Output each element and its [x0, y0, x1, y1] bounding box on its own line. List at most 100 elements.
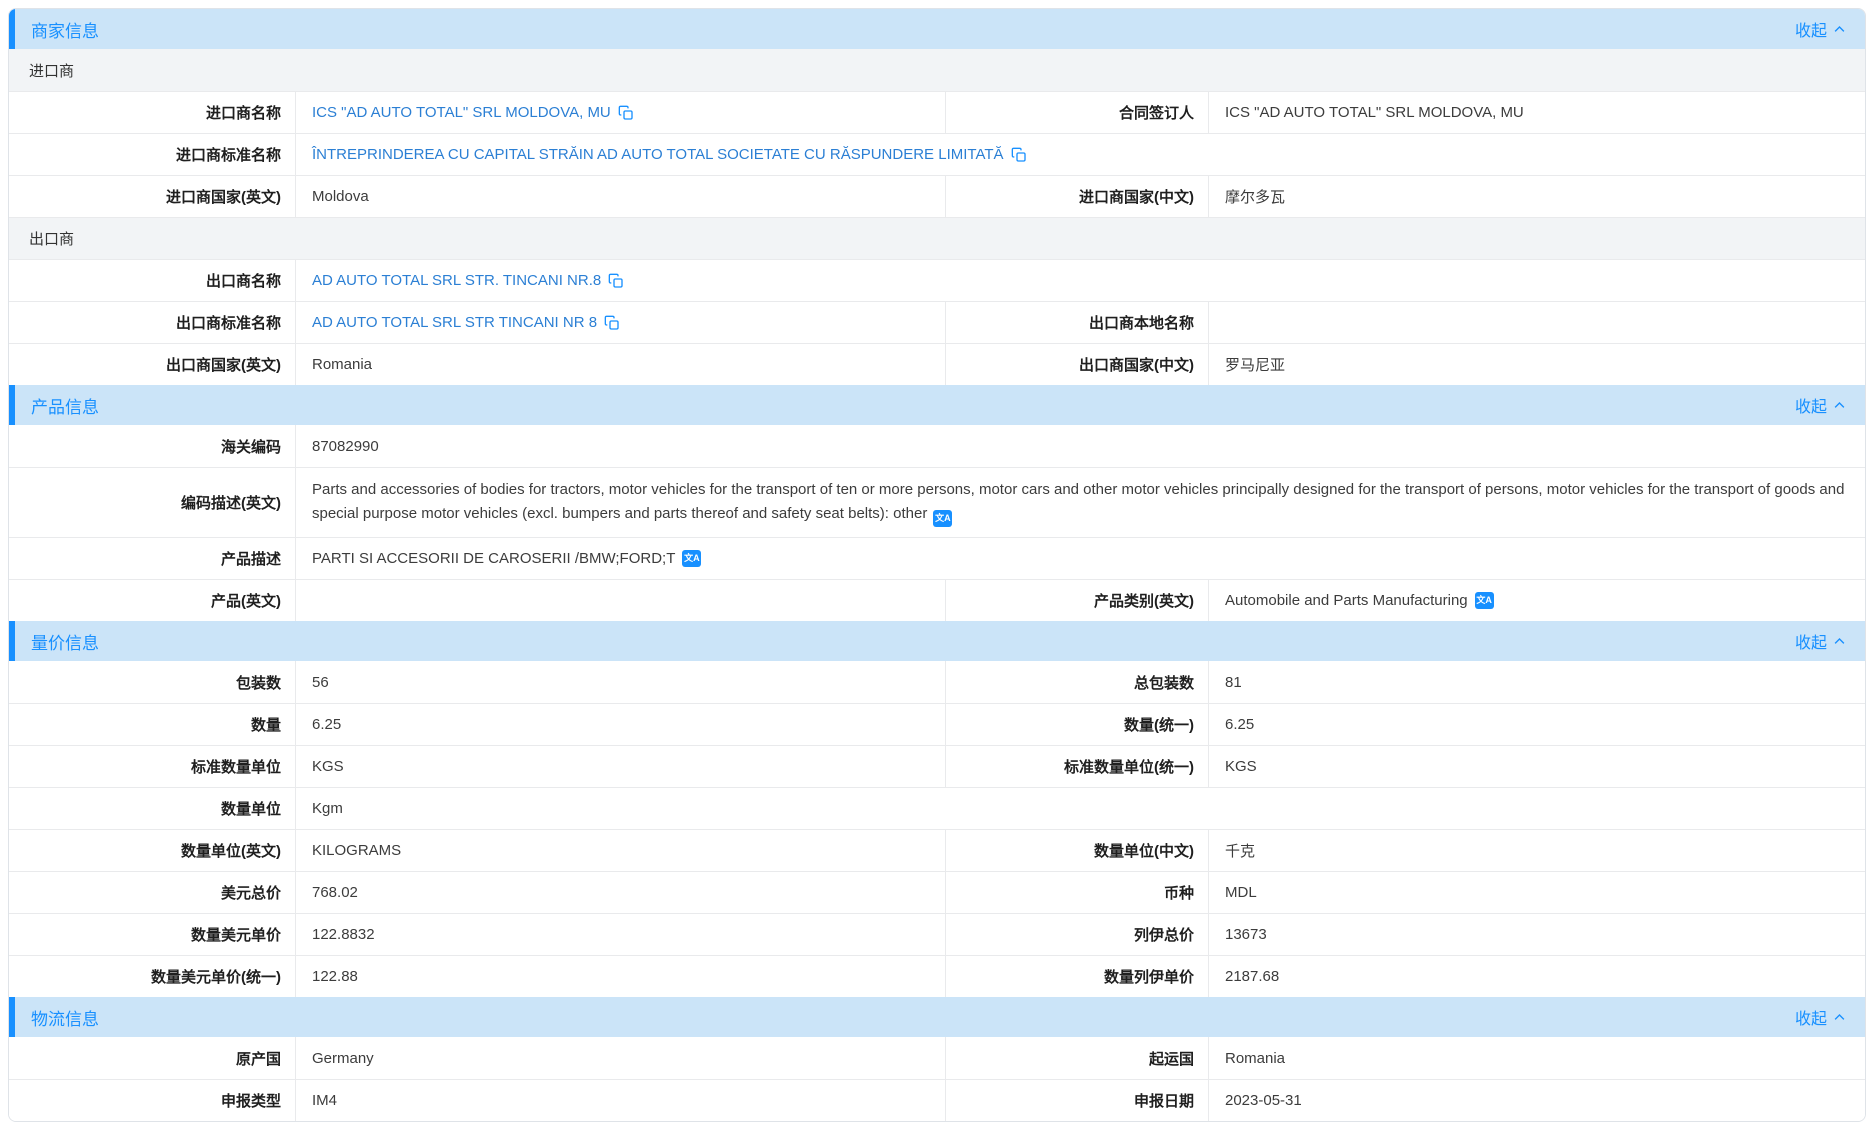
exporter-name-label: 出口商名称 [9, 260, 296, 301]
importer-country-en-value: Moldova [296, 176, 946, 217]
row-origin-country: 原产国 Germany 起运国 Romania [9, 1037, 1865, 1079]
row-exporter-name: 出口商名称 AD AUTO TOTAL SRL STR. TINCANI NR.… [9, 259, 1865, 301]
product-desc-value-cell: PARTI SI ACCESORII DE CAROSERII /BMW;FOR… [296, 538, 1865, 579]
code-desc-en-text: Parts and accessories of bodies for trac… [312, 481, 1844, 522]
total-package-count-value: 81 [1209, 661, 1865, 703]
section-title-logistics: 物流信息 [31, 1005, 99, 1030]
row-quantity-unit-lang: 数量单位(英文) KILOGRAMS 数量单位(中文) 千克 [9, 829, 1865, 871]
importer-country-cn-label: 进口商国家(中文) [946, 176, 1209, 217]
declaration-type-label: 申报类型 [9, 1080, 296, 1121]
chevron-up-icon [1832, 1010, 1847, 1025]
departure-country-label: 起运国 [946, 1037, 1209, 1079]
product-category-en-label: 产品类别(英文) [946, 580, 1209, 621]
collapse-label: 收起 [1795, 393, 1827, 417]
exporter-local-name-value [1209, 302, 1865, 343]
group-label-exporter: 出口商 [9, 217, 1865, 259]
importer-std-name-value-cell: ÎNTREPRINDEREA CU CAPITAL STRĂIN AD AUTO… [296, 134, 1865, 175]
importer-country-en-label: 进口商国家(英文) [9, 176, 296, 217]
translate-icon[interactable]: 文A [682, 550, 701, 567]
collapse-button-logistics[interactable]: 收起 [1795, 1005, 1847, 1029]
chevron-up-icon [1832, 22, 1847, 37]
package-count-label: 包装数 [9, 661, 296, 703]
origin-country-value: Germany [296, 1037, 946, 1079]
quantity-label: 数量 [9, 704, 296, 745]
row-code-desc-en: 编码描述(英文) Parts and accessories of bodies… [9, 467, 1865, 537]
collapse-button-quantity-price[interactable]: 收起 [1795, 629, 1847, 653]
row-quantity-unit: 数量单位 Kgm [9, 787, 1865, 829]
section-accent-bar [9, 621, 15, 661]
exporter-name-value-cell: AD AUTO TOTAL SRL STR. TINCANI NR.8 [296, 260, 1865, 301]
exporter-std-name-link[interactable]: AD AUTO TOTAL SRL STR TINCANI NR 8 [312, 314, 597, 331]
collapse-label: 收起 [1795, 1005, 1827, 1029]
collapse-label: 收起 [1795, 629, 1827, 653]
chevron-up-icon [1832, 634, 1847, 649]
collapse-label: 收起 [1795, 17, 1827, 41]
std-quantity-unit-value: KGS [296, 746, 946, 787]
row-usd-unit-price-unified: 数量美元单价(统一) 122.88 数量列伊单价 2187.68 [9, 955, 1865, 997]
quantity-unit-en-value: KILOGRAMS [296, 830, 946, 871]
section-header-quantity-price: 量价信息 收起 [9, 621, 1865, 661]
row-hs-code: 海关编码 87082990 [9, 425, 1865, 467]
usd-unit-price-unified-label: 数量美元单价(统一) [9, 956, 296, 997]
exporter-country-cn-label: 出口商国家(中文) [946, 344, 1209, 385]
section-header-product: 产品信息 收起 [9, 385, 1865, 425]
std-quantity-unit-unified-value: KGS [1209, 746, 1865, 787]
contract-signer-label: 合同签订人 [946, 92, 1209, 133]
code-desc-en-label: 编码描述(英文) [9, 468, 296, 537]
section-accent-bar [9, 9, 15, 49]
row-std-quantity-unit: 标准数量单位 KGS 标准数量单位(统一) KGS [9, 745, 1865, 787]
exporter-country-cn-value: 罗马尼亚 [1209, 344, 1865, 385]
row-usd-total-price: 美元总价 768.02 币种 MDL [9, 871, 1865, 913]
currency-label: 币种 [946, 872, 1209, 913]
product-en-value [296, 580, 946, 621]
std-quantity-unit-unified-label: 标准数量单位(统一) [946, 746, 1209, 787]
collapse-button-product[interactable]: 收起 [1795, 393, 1847, 417]
copy-icon[interactable] [604, 315, 620, 331]
std-quantity-unit-label: 标准数量单位 [9, 746, 296, 787]
section-title-merchant: 商家信息 [31, 17, 99, 42]
trade-detail-panel: 商家信息 收起 进口商 进口商名称 ICS "AD AUTO TOTAL" SR… [8, 8, 1866, 1122]
usd-total-price-value: 768.02 [296, 872, 946, 913]
row-exporter-country: 出口商国家(英文) Romania 出口商国家(中文) 罗马尼亚 [9, 343, 1865, 385]
total-package-count-label: 总包装数 [946, 661, 1209, 703]
row-product-en: 产品(英文) 产品类别(英文) Automobile and Parts Man… [9, 579, 1865, 621]
product-category-en-text: Automobile and Parts Manufacturing [1225, 592, 1468, 609]
declaration-date-label: 申报日期 [946, 1080, 1209, 1121]
product-category-en-value-cell: Automobile and Parts Manufacturing 文A [1209, 580, 1865, 621]
quantity-unit-en-label: 数量单位(英文) [9, 830, 296, 871]
leu-unit-price-label: 数量列伊单价 [946, 956, 1209, 997]
usd-unit-price-label: 数量美元单价 [9, 914, 296, 955]
row-declaration: 申报类型 IM4 申报日期 2023-05-31 [9, 1079, 1865, 1121]
quantity-unit-label: 数量单位 [9, 788, 296, 829]
currency-value: MDL [1209, 872, 1865, 913]
importer-std-name-link[interactable]: ÎNTREPRINDEREA CU CAPITAL STRĂIN AD AUTO… [312, 146, 1004, 163]
exporter-local-name-label: 出口商本地名称 [946, 302, 1209, 343]
translate-icon[interactable]: 文A [1475, 592, 1494, 609]
copy-icon[interactable] [618, 105, 634, 121]
package-count-value: 56 [296, 661, 946, 703]
translate-icon[interactable]: 文A [933, 510, 952, 527]
hs-code-value: 87082990 [296, 425, 1865, 467]
chevron-up-icon [1832, 398, 1847, 413]
copy-icon[interactable] [1011, 147, 1027, 163]
product-desc-label: 产品描述 [9, 538, 296, 579]
group-label-importer: 进口商 [9, 49, 1865, 91]
quantity-unit-cn-label: 数量单位(中文) [946, 830, 1209, 871]
leu-unit-price-value: 2187.68 [1209, 956, 1865, 997]
collapse-button-merchant[interactable]: 收起 [1795, 17, 1847, 41]
exporter-country-en-label: 出口商国家(英文) [9, 344, 296, 385]
section-title-product: 产品信息 [31, 393, 99, 418]
departure-country-value: Romania [1209, 1037, 1865, 1079]
row-importer-country: 进口商国家(英文) Moldova 进口商国家(中文) 摩尔多瓦 [9, 175, 1865, 217]
usd-total-price-label: 美元总价 [9, 872, 296, 913]
importer-country-cn-value: 摩尔多瓦 [1209, 176, 1865, 217]
usd-unit-price-value: 122.8832 [296, 914, 946, 955]
row-exporter-std-name: 出口商标准名称 AD AUTO TOTAL SRL STR TINCANI NR… [9, 301, 1865, 343]
importer-name-link[interactable]: ICS "AD AUTO TOTAL" SRL MOLDOVA, MU [312, 104, 611, 121]
section-title-quantity-price: 量价信息 [31, 629, 99, 654]
quantity-unified-value: 6.25 [1209, 704, 1865, 745]
section-header-logistics: 物流信息 收起 [9, 997, 1865, 1037]
section-accent-bar [9, 997, 15, 1037]
exporter-name-link[interactable]: AD AUTO TOTAL SRL STR. TINCANI NR.8 [312, 272, 601, 289]
copy-icon[interactable] [608, 273, 624, 289]
